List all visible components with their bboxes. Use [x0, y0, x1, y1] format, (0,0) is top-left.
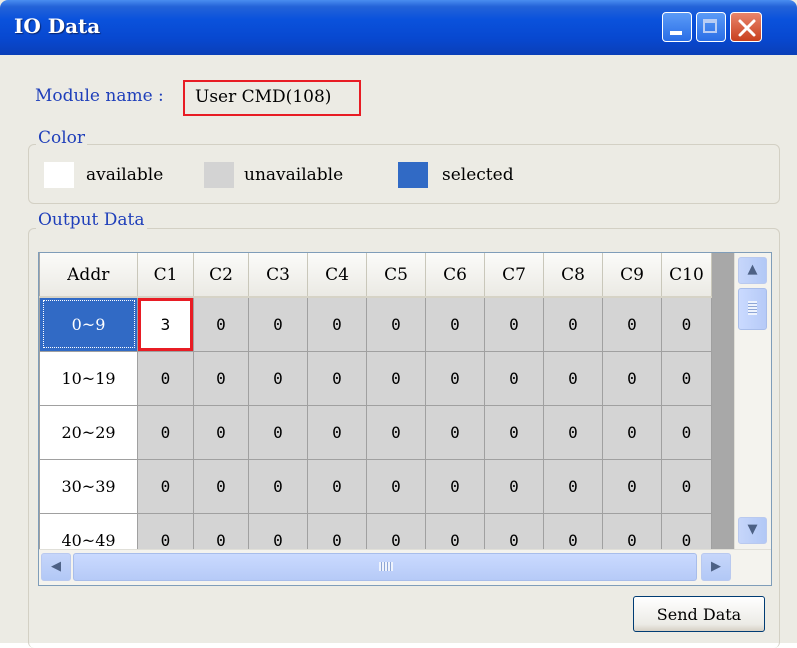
- data-cell[interactable]: 0: [193, 458, 249, 514]
- data-cell[interactable]: 0: [307, 350, 367, 406]
- scroll-left-icon[interactable]: ◀: [41, 553, 71, 581]
- data-cell[interactable]: 0: [484, 350, 544, 406]
- data-cell[interactable]: 0: [602, 458, 662, 514]
- module-name-value: User CMD(108): [183, 80, 361, 116]
- data-cell[interactable]: 0: [425, 350, 485, 406]
- available-swatch: [44, 162, 74, 188]
- table-row: 0~9 3 0 0 0 0 0 0 0 0 0: [39, 296, 712, 352]
- column-header[interactable]: C7: [484, 253, 544, 298]
- data-cell[interactable]: 0: [425, 458, 485, 514]
- data-cell[interactable]: 0: [602, 404, 662, 460]
- data-cell[interactable]: 0: [602, 350, 662, 406]
- column-header[interactable]: C4: [307, 253, 367, 298]
- scroll-up-icon[interactable]: ▲: [738, 257, 767, 284]
- header-row: Addr C1 C2 C3 C4 C5 C6 C7 C8 C9 C10: [39, 253, 712, 298]
- data-cell[interactable]: 0: [661, 296, 712, 352]
- data-cell[interactable]: 0: [543, 296, 603, 352]
- vertical-scroll-thumb[interactable]: [738, 288, 767, 330]
- data-cell[interactable]: 0: [484, 458, 544, 514]
- data-cell[interactable]: 0: [543, 350, 603, 406]
- window-title: IO Data: [14, 14, 101, 38]
- column-header[interactable]: C2: [193, 253, 249, 298]
- send-data-button[interactable]: Send Data: [633, 596, 765, 632]
- data-cell[interactable]: 0: [248, 458, 308, 514]
- data-cell[interactable]: 0: [661, 404, 712, 460]
- module-name-label: Module name :: [35, 86, 164, 106]
- column-header[interactable]: C10: [661, 253, 712, 298]
- horizontal-scroll-thumb[interactable]: [73, 553, 697, 581]
- maximize-icon[interactable]: [696, 12, 726, 42]
- column-header[interactable]: C1: [137, 253, 194, 298]
- data-cell[interactable]: 0: [366, 350, 426, 406]
- color-group-legend: Color: [36, 128, 88, 148]
- data-cell[interactable]: 0: [137, 350, 194, 406]
- data-cell[interactable]: 0: [307, 458, 367, 514]
- output-data-legend: Output Data: [36, 210, 147, 230]
- close-icon[interactable]: [730, 12, 762, 42]
- available-label: available: [86, 165, 164, 185]
- unavailable-label: unavailable: [244, 165, 344, 185]
- selected-label: selected: [442, 165, 514, 185]
- output-data-grid[interactable]: Addr C1 C2 C3 C4 C5 C6 C7 C8 C9 C10 0~9 …: [38, 252, 772, 586]
- data-cell[interactable]: 0: [193, 404, 249, 460]
- data-cell[interactable]: 0: [425, 296, 485, 352]
- column-header[interactable]: C6: [425, 253, 485, 298]
- io-data-window: IO Data Module name : User CMD(108) Colo…: [0, 0, 797, 648]
- data-cell[interactable]: 0: [307, 404, 367, 460]
- data-cell[interactable]: 0: [248, 350, 308, 406]
- data-table: Addr C1 C2 C3 C4 C5 C6 C7 C8 C9 C10 0~9 …: [39, 253, 712, 568]
- data-cell[interactable]: 0: [661, 458, 712, 514]
- row-addr-cell[interactable]: 10~19: [39, 350, 138, 406]
- table-row: 30~39 0 0 0 0 0 0 0 0 0 0: [39, 458, 712, 514]
- title-bar[interactable]: IO Data: [0, 0, 797, 55]
- row-addr-cell[interactable]: 20~29: [39, 404, 138, 460]
- data-cell[interactable]: 0: [484, 296, 544, 352]
- data-cell[interactable]: 0: [366, 404, 426, 460]
- unavailable-swatch: [204, 162, 234, 188]
- data-cell[interactable]: 0: [661, 350, 712, 406]
- data-cell[interactable]: 0: [543, 404, 603, 460]
- scroll-right-icon[interactable]: ▶: [701, 553, 731, 581]
- data-cell[interactable]: 0: [137, 458, 194, 514]
- data-cell[interactable]: 0: [366, 458, 426, 514]
- data-cell[interactable]: 0: [425, 404, 485, 460]
- data-cell[interactable]: 0: [137, 404, 194, 460]
- data-cell[interactable]: 0: [543, 458, 603, 514]
- row-addr-cell[interactable]: 0~9: [39, 296, 138, 352]
- data-cell[interactable]: 0: [602, 296, 662, 352]
- data-cell[interactable]: 0: [484, 404, 544, 460]
- data-cell[interactable]: 0: [248, 296, 308, 352]
- data-cell[interactable]: 0: [366, 296, 426, 352]
- data-cell[interactable]: 0: [193, 350, 249, 406]
- minimize-icon[interactable]: [662, 12, 692, 42]
- table-row: 20~29 0 0 0 0 0 0 0 0 0 0: [39, 404, 712, 460]
- column-header[interactable]: C8: [543, 253, 603, 298]
- data-cell[interactable]: 0: [193, 296, 249, 352]
- selected-swatch: [398, 162, 428, 188]
- table-row: 10~19 0 0 0 0 0 0 0 0 0 0: [39, 350, 712, 406]
- data-cell[interactable]: 0: [307, 296, 367, 352]
- scroll-down-icon[interactable]: ▼: [738, 517, 767, 544]
- data-cell-c1[interactable]: 3: [137, 296, 194, 352]
- column-header[interactable]: C5: [366, 253, 426, 298]
- column-header-addr[interactable]: Addr: [39, 253, 138, 298]
- data-cell[interactable]: 0: [248, 404, 308, 460]
- row-addr-cell[interactable]: 30~39: [39, 458, 138, 514]
- column-header[interactable]: C3: [248, 253, 308, 298]
- column-header[interactable]: C9: [602, 253, 662, 298]
